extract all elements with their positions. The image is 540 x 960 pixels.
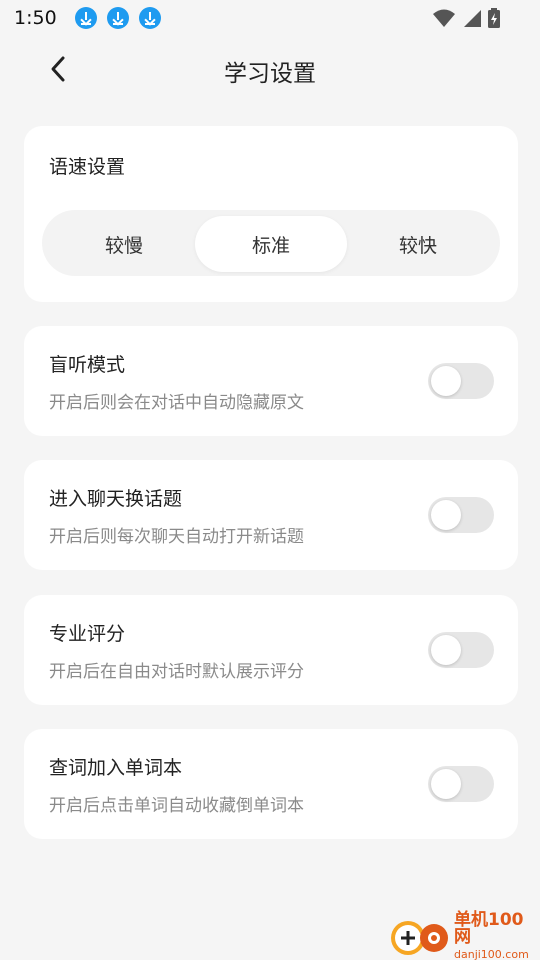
- setting-card-blind-listening: 盲听模式 开启后则会在对话中自动隐藏原文: [24, 326, 518, 436]
- page-title: 学习设置: [224, 61, 316, 87]
- new-topic-toggle[interactable]: [428, 497, 494, 533]
- watermark-text: 单机100网 danji100.com: [454, 912, 538, 960]
- battery-charging-icon: [488, 8, 500, 28]
- wifi-icon: [433, 9, 455, 27]
- cell-signal-icon: [464, 10, 481, 27]
- download-icon: [106, 7, 129, 29]
- setting-description: 开启后点击单词自动收藏倒单词本: [49, 796, 304, 816]
- toggle-knob: [431, 366, 461, 396]
- watermark: 单机100网 danji100.com: [388, 912, 538, 960]
- status-time: 1:50: [14, 7, 57, 29]
- speed-option-standard[interactable]: 标准: [195, 216, 347, 272]
- setting-card-pro-scoring: 专业评分 开启后在自由对话时默认展示评分: [24, 595, 518, 705]
- setting-description: 开启后则每次聊天自动打开新话题: [49, 527, 304, 547]
- pro-scoring-toggle[interactable]: [428, 632, 494, 668]
- toggle-knob: [431, 769, 461, 799]
- speech-speed-card: 语速设置 较慢 标准 较快: [24, 126, 518, 302]
- download-icon: [74, 7, 97, 29]
- speed-option-fast[interactable]: 较快: [342, 216, 494, 272]
- speech-speed-title: 语速设置: [49, 156, 126, 178]
- setting-title: 盲听模式: [49, 354, 126, 376]
- toggle-knob: [431, 500, 461, 530]
- toggle-knob: [431, 635, 461, 665]
- setting-title: 进入聊天换话题: [49, 488, 183, 510]
- setting-card-new-topic: 进入聊天换话题 开启后则每次聊天自动打开新话题: [24, 460, 518, 570]
- speed-option-slow[interactable]: 较慢: [48, 216, 200, 272]
- setting-card-add-to-wordbook: 查词加入单词本 开启后点击单词自动收藏倒单词本: [24, 729, 518, 839]
- watermark-logo-icon: [388, 914, 452, 958]
- setting-title: 专业评分: [49, 623, 126, 645]
- watermark-url: danji100.com: [454, 948, 529, 960]
- header: 学习设置: [0, 36, 540, 102]
- download-icon: [138, 7, 161, 29]
- setting-description: 开启后在自由对话时默认展示评分: [49, 662, 304, 682]
- status-right-icons: [432, 8, 500, 28]
- status-bar: 1:50: [0, 0, 540, 36]
- speech-speed-segmented-control: 较慢 标准 较快: [42, 210, 500, 276]
- setting-title: 查词加入单词本: [49, 757, 183, 779]
- blind-listening-toggle[interactable]: [428, 363, 494, 399]
- watermark-name: 单机100网: [454, 910, 524, 947]
- setting-description: 开启后则会在对话中自动隐藏原文: [49, 393, 304, 413]
- add-to-wordbook-toggle[interactable]: [428, 766, 494, 802]
